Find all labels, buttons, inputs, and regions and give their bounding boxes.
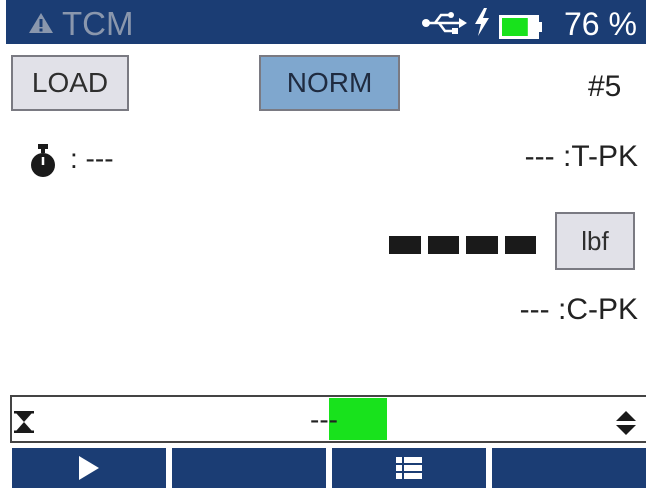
softkey-play[interactable] <box>12 448 166 488</box>
softkey-2[interactable] <box>172 448 326 488</box>
softkey-4[interactable] <box>492 448 646 488</box>
reading-digit-placeholder <box>389 236 421 254</box>
reading-digit-placeholder <box>466 236 498 254</box>
compression-peak-reading: --- :C-PK <box>519 293 638 326</box>
tension-peak-reading: --- :T-PK <box>524 140 638 173</box>
play-icon <box>79 456 99 480</box>
up-down-arrows-icon[interactable] <box>616 411 636 435</box>
hourglass-icon <box>14 411 34 433</box>
softkey-menu[interactable] <box>332 448 486 488</box>
reading-digit-placeholder <box>504 236 536 254</box>
status-bar: TCM 76 % <box>6 0 646 44</box>
charging-bolt-icon <box>475 8 489 36</box>
load-button[interactable]: LOAD <box>11 55 129 111</box>
channel-number: #5 <box>588 70 622 103</box>
main-force-reading <box>389 236 536 254</box>
reading-digit-placeholder <box>427 236 459 254</box>
stopwatch-icon <box>31 144 55 177</box>
norm-mode-button[interactable]: NORM <box>259 55 400 111</box>
list-icon <box>396 457 422 479</box>
load-bar-value: --- <box>310 404 338 435</box>
elapsed-time-value: : --- <box>70 143 114 174</box>
battery-icon <box>499 15 542 39</box>
unit-button[interactable]: lbf <box>555 212 635 270</box>
usb-icon <box>422 12 467 34</box>
warning-icon <box>29 13 53 33</box>
battery-percentage: 76 % <box>564 6 637 42</box>
app-title: TCM <box>62 5 134 42</box>
